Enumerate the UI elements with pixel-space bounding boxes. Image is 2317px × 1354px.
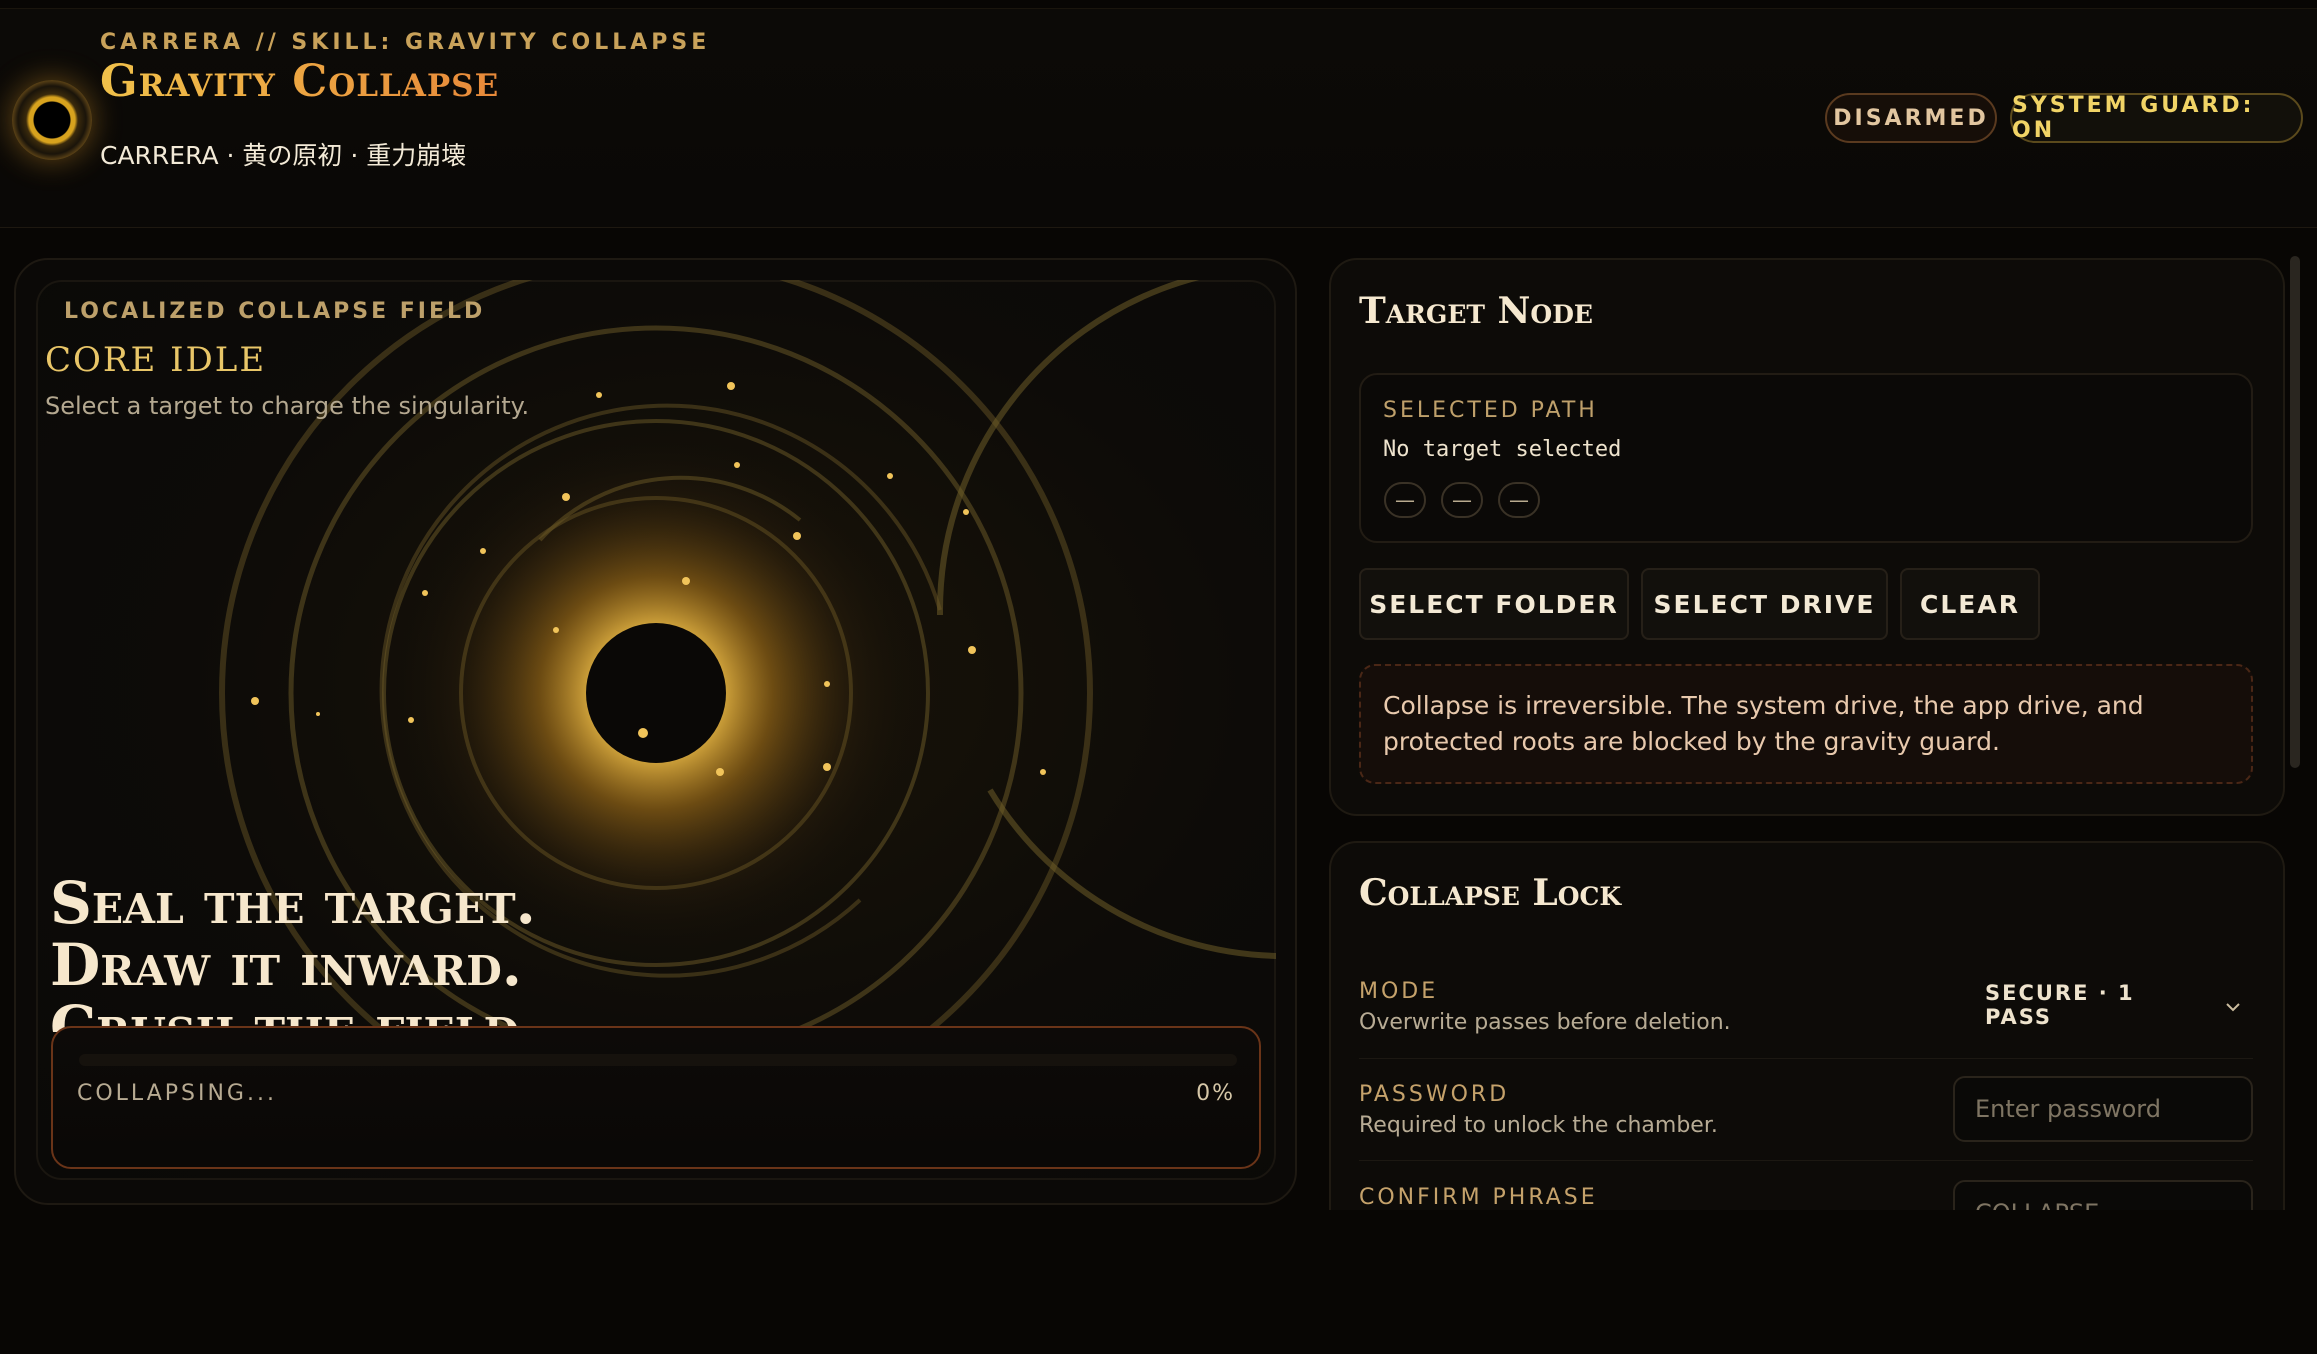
core-status: CORE IDLE xyxy=(45,340,267,380)
headline-line: Seal the target. xyxy=(50,872,536,937)
irreversible-warning: Collapse is irreversible. The system dri… xyxy=(1359,664,2253,784)
select-folder-button[interactable]: SELECT FOLDER xyxy=(1359,568,1629,640)
confirm-phrase-label: CONFIRM PHRASE xyxy=(1359,1185,1598,1210)
row-divider xyxy=(1359,1058,2253,1059)
path-meta-chip: — xyxy=(1498,482,1540,518)
path-meta-chip: — xyxy=(1441,482,1483,518)
target-node-title: Target Node xyxy=(1359,290,1593,332)
password-label: PASSWORD xyxy=(1359,1082,1510,1107)
scrollbar-thumb[interactable] xyxy=(2290,256,2300,768)
progress-label: COLLAPSING... xyxy=(77,1081,277,1106)
mode-select-value: SECURE · 1 PASS xyxy=(1985,981,2135,1029)
collapse-lock-title: Collapse Lock xyxy=(1359,872,1622,914)
chevron-down-icon xyxy=(2225,993,2241,1017)
selected-path-label: SELECTED PATH xyxy=(1383,398,1598,423)
event-horizon xyxy=(586,623,726,763)
headline-line: Draw it inward. xyxy=(50,931,522,999)
core-hint: Select a target to charge the singularit… xyxy=(45,392,530,420)
clear-button[interactable]: CLEAR xyxy=(1900,568,2040,640)
collapse-progress: COLLAPSING... 0% xyxy=(51,1026,1261,1169)
progress-percent: 0% xyxy=(1196,1081,1235,1106)
selected-path-value: No target selected xyxy=(1383,437,1622,462)
path-meta-chip: — xyxy=(1384,482,1426,518)
field-label: LOCALIZED COLLAPSE FIELD xyxy=(64,299,486,324)
headline: Seal the target. Draw it inward. Crush t… xyxy=(50,872,750,1032)
row-divider xyxy=(1359,1160,2253,1161)
password-description: Required to unlock the chamber. xyxy=(1359,1113,1718,1138)
viewport-cutoff xyxy=(1320,1210,2317,1354)
password-input[interactable] xyxy=(1953,1076,2253,1142)
mode-label: MODE xyxy=(1359,979,1439,1004)
select-drive-button[interactable]: SELECT DRIVE xyxy=(1641,568,1888,640)
mode-description: Overwrite passes before deletion. xyxy=(1359,1010,1731,1035)
progress-track xyxy=(79,1054,1237,1066)
mode-select[interactable]: SECURE · 1 PASS xyxy=(1985,980,2253,1030)
